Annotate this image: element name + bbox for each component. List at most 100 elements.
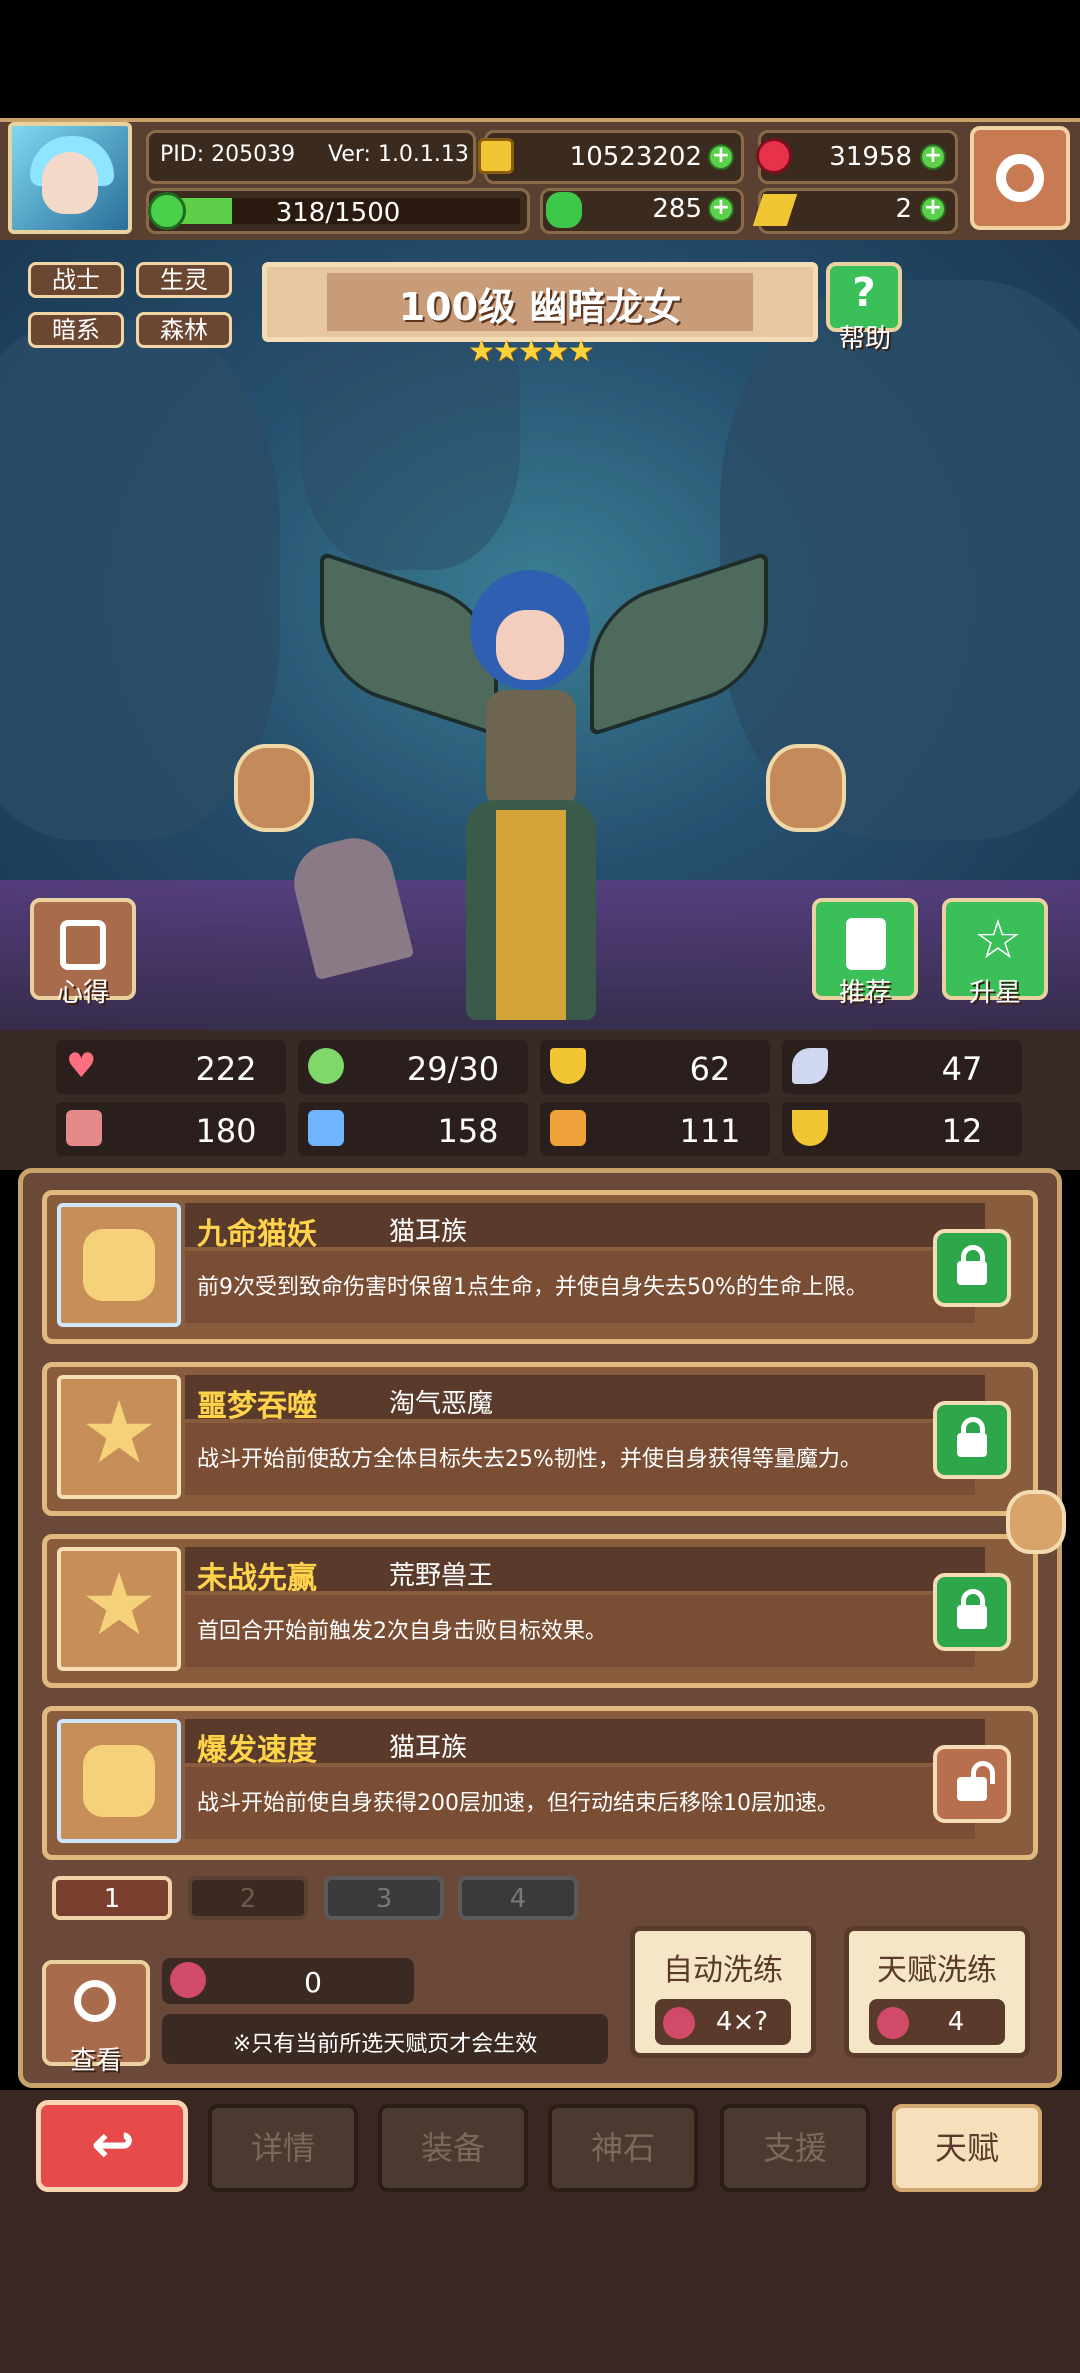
side-emote-icon[interactable]	[1006, 1490, 1066, 1554]
auto-reroll-button[interactable]: 自动洗练 4×?	[630, 1926, 816, 2058]
stat-crit: 12	[782, 1102, 1022, 1156]
talent-race: 猫耳族	[389, 1217, 468, 1247]
player-avatar[interactable]	[8, 122, 132, 234]
wing-speed-icon	[792, 1048, 828, 1084]
talent-name: 未战先赢	[197, 1561, 317, 1596]
heart-icon: ♥	[66, 1046, 97, 1086]
nav-details[interactable]: 详情	[208, 2104, 358, 2192]
thumbs-up-icon	[846, 918, 886, 970]
emote-right-icon[interactable]	[766, 744, 846, 832]
talent-description: 战斗开始前使敌方全体目标失去25%韧性，并使自身获得等量魔力。	[197, 1447, 862, 1472]
nav-talent[interactable]: 天赋	[892, 2104, 1042, 2192]
talent-page-tab-1[interactable]: 1	[52, 1876, 172, 1920]
talent-page-tab-4[interactable]: 4	[458, 1876, 578, 1920]
upgrade-star-label: 升星	[968, 978, 1021, 1008]
talent-card-1[interactable]: 九命猫妖 猫耳族 前9次受到致命伤害时保留1点生命，并使自身失去50%的生命上限…	[42, 1190, 1038, 1344]
talent-race: 淘气恶魔	[389, 1389, 494, 1419]
cat-face-icon	[57, 1203, 181, 1327]
clover-icon	[546, 192, 582, 228]
active-page-note: ※只有当前所选天赋页才会生效	[232, 2032, 538, 2057]
lock-icon	[957, 1605, 987, 1629]
gold-coin-icon	[478, 138, 514, 174]
star-outline-icon: ☆	[973, 908, 1023, 971]
stat-energy: 29/30	[298, 1040, 528, 1094]
talent-name: 九命猫妖	[197, 1217, 317, 1252]
tag-class: 战士	[28, 262, 124, 298]
nav-divine-stone[interactable]: 神石	[548, 2104, 698, 2192]
fruit-icon	[170, 1962, 206, 1998]
magnifier-icon	[74, 1980, 116, 2022]
add-gold-icon[interactable]: +	[708, 144, 734, 170]
add-ticket-icon[interactable]: +	[920, 196, 946, 222]
talent-card-3[interactable]: ★ 未战先赢 荒野兽王 首回合开始前触发2次自身击败目标效果。	[42, 1534, 1038, 1688]
talent-page-tab-3[interactable]: 3	[324, 1876, 444, 1920]
talent-reroll-button[interactable]: 天赋洗练 4	[844, 1926, 1030, 2058]
settings-button[interactable]	[970, 126, 1070, 230]
recommend-label: 推荐	[838, 978, 891, 1008]
game-version: Ver: 1.0.1.13	[328, 142, 469, 167]
fruit-icon	[663, 2007, 695, 2039]
ticket-amount: 2	[895, 194, 912, 224]
hero-character-sprite	[300, 540, 768, 1040]
stat-magic: 158	[298, 1102, 528, 1156]
gear-icon	[996, 154, 1044, 202]
stat-defense: 62	[540, 1040, 770, 1094]
cat-face-icon	[57, 1719, 181, 1843]
lock-icon	[957, 1261, 987, 1285]
talent-race: 猫耳族	[389, 1733, 468, 1763]
player-id: PID: 205039	[160, 142, 296, 167]
lock-toggle[interactable]	[933, 1573, 1011, 1651]
hero-title: 100级 幽暗龙女	[398, 285, 682, 329]
talent-card-4[interactable]: 爆发速度 猫耳族 战斗开始前使自身获得200层加速，但行动结束后移除10层加速。	[42, 1706, 1038, 1860]
ruby-gem-icon	[756, 138, 792, 174]
nav-support[interactable]: 支援	[720, 2104, 870, 2192]
fruit-icon	[877, 2007, 909, 2039]
notebook-icon	[60, 920, 106, 970]
tag-terrain: 森林	[136, 312, 232, 348]
talent-description: 前9次受到致命伤害时保留1点生命，并使自身失去50%的生命上限。	[197, 1275, 868, 1300]
gold-amount: 10523202	[569, 142, 702, 172]
talent-name: 噩梦吞噬	[197, 1389, 317, 1424]
lock-icon	[957, 1433, 987, 1457]
stat-resist: 111	[540, 1102, 770, 1156]
add-clover-icon[interactable]: +	[708, 196, 734, 222]
notes-label: 心得	[56, 978, 109, 1008]
hero-star-rating: ★★★★★	[468, 334, 594, 369]
help-label: 帮助	[838, 324, 891, 354]
energy-icon	[308, 1048, 344, 1084]
stat-hp: ♥ 222	[56, 1040, 286, 1094]
stat-speed: 47	[782, 1040, 1022, 1094]
talent-page-tab-2[interactable]: 2	[188, 1876, 308, 1920]
lock-toggle[interactable]	[933, 1229, 1011, 1307]
unlock-toggle[interactable]	[933, 1745, 1011, 1823]
lock-toggle[interactable]	[933, 1401, 1011, 1479]
fist-icon	[66, 1110, 102, 1146]
talent-description: 战斗开始前使自身获得200层加速，但行动结束后移除10层加速。	[197, 1791, 839, 1816]
question-icon: ?	[852, 270, 876, 316]
auto-reroll-label: 自动洗练	[663, 1953, 783, 1988]
talent-race: 荒野兽王	[389, 1561, 494, 1591]
talent-description: 首回合开始前触发2次自身击败目标效果。	[197, 1619, 607, 1644]
back-button[interactable]: ↩	[36, 2100, 188, 2192]
emote-left-icon[interactable]	[234, 744, 314, 832]
fruit-count: 0	[304, 1966, 322, 1999]
auto-reroll-cost: 4×?	[715, 2007, 769, 2037]
spellbook-icon	[308, 1110, 344, 1146]
view-label: 查看	[69, 2046, 122, 2076]
talent-reroll-cost: 4	[947, 2007, 965, 2037]
talent-reroll-label: 天赋洗练	[877, 1953, 997, 1988]
clover-amount: 285	[652, 194, 702, 224]
unlock-icon	[957, 1777, 987, 1801]
back-arrow-icon: ↩	[91, 2115, 135, 2175]
tag-element: 暗系	[28, 312, 124, 348]
talent-name: 爆发速度	[197, 1733, 317, 1768]
gem-amount: 31958	[829, 142, 912, 172]
nav-equipment[interactable]: 装备	[378, 2104, 528, 2192]
add-gem-icon[interactable]: +	[920, 144, 946, 170]
star-icon: ★	[57, 1375, 181, 1499]
horseshoe-icon	[792, 1110, 828, 1146]
talent-card-2[interactable]: ★ 噩梦吞噬 淘气恶魔 战斗开始前使敌方全体目标失去25%韧性，并使自身获得等量…	[42, 1362, 1038, 1516]
tag-race: 生灵	[136, 262, 232, 298]
star-icon: ★	[57, 1547, 181, 1671]
stat-attack: 180	[56, 1102, 286, 1156]
